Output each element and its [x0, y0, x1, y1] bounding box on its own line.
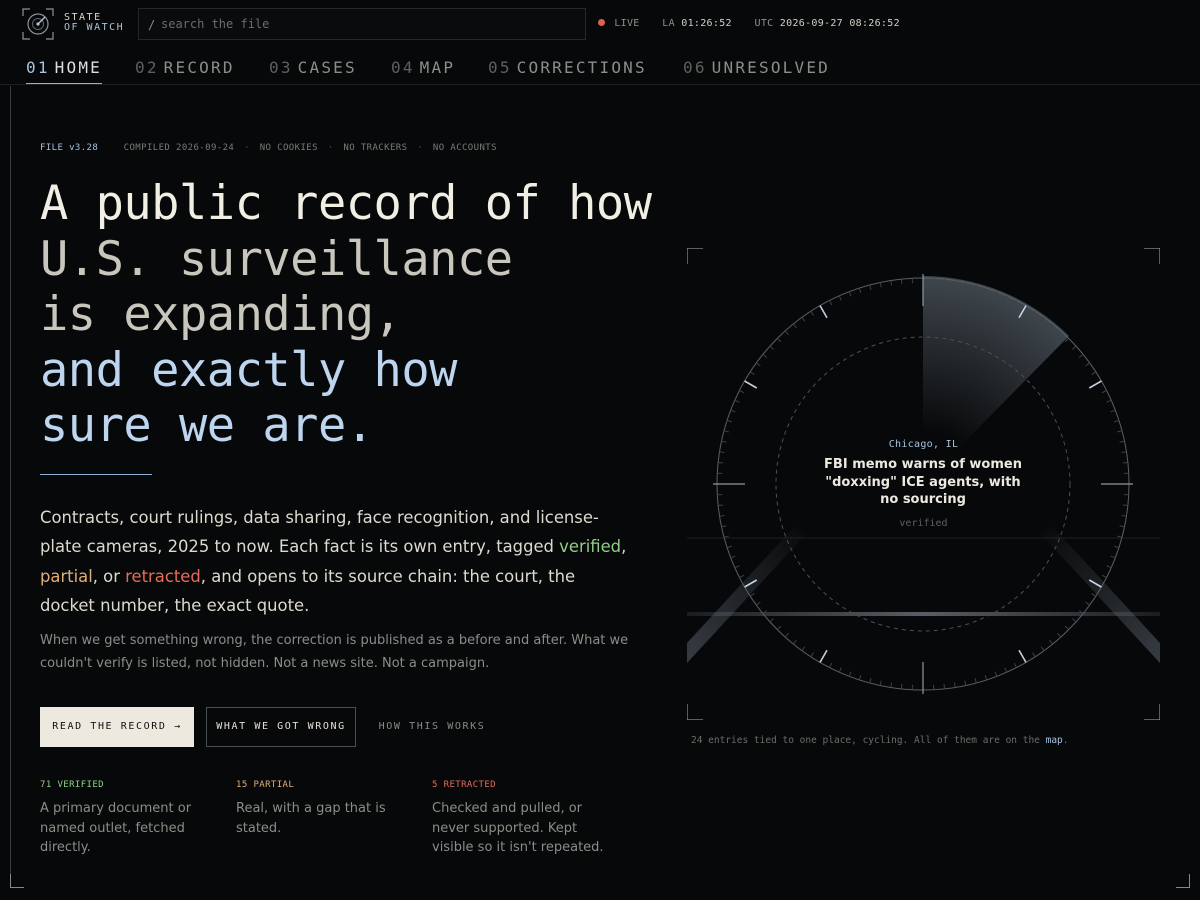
live-label: LIVE: [614, 18, 640, 29]
sub-paragraph: When we get something wrong, the correct…: [40, 633, 629, 671]
tab-number: 02: [135, 58, 159, 77]
tab-label: HOME: [54, 58, 103, 77]
stat-description: A primary document or named outlet, fetc…: [40, 801, 192, 855]
radar-entry-title[interactable]: FBI memo warns of women "doxxing" ICE ag…: [823, 456, 1023, 509]
tab-unresolved[interactable]: 06 UNRESOLVED: [683, 58, 830, 84]
tab-number: 01: [26, 58, 50, 77]
tab-record[interactable]: 02 RECORD: [135, 58, 235, 84]
caption-end: .: [1062, 735, 1069, 746]
radar-logo-icon[interactable]: [22, 8, 54, 40]
tab-label: RECORD: [163, 58, 235, 77]
search-box[interactable]: /: [138, 8, 586, 40]
file-version: FILE v3.28: [40, 143, 99, 153]
lead-text: Contracts, court rulings, data sharing, …: [40, 508, 599, 557]
radar-caption: 24 entries tied to one place, cycling. A…: [691, 735, 1069, 746]
la-label: LA: [662, 18, 675, 29]
tab-map[interactable]: 04 MAP: [391, 58, 455, 84]
stat-verified: 71 VERIFIED A primary document or named …: [40, 780, 216, 858]
tab-number: 05: [488, 58, 512, 77]
top-bar: STATE OF WATCH / LIVE LA 01:26:52 UTC 20…: [0, 0, 1200, 48]
headline-line-1: A public record of how: [40, 176, 652, 231]
no-cookies: NO COOKIES: [259, 143, 318, 153]
live-status: LIVE LA 01:26:52 UTC 2026-09-27 08:26:52: [598, 18, 900, 29]
tab-label: UNRESOLVED: [711, 58, 830, 77]
headline-line-5: sure we are.: [40, 398, 374, 453]
tag-verified: verified: [559, 537, 622, 557]
radar-panel[interactable]: Chicago, IL FBI memo warns of women "dox…: [687, 248, 1160, 720]
radar-location: Chicago, IL: [888, 439, 959, 450]
utc-time: 2026-09-27 08:26:52: [779, 18, 900, 29]
frame-corner-bottom-left: [10, 874, 24, 888]
stat-retracted: 5 RETRACTED Checked and pulled, or never…: [432, 780, 622, 858]
compiled-date: COMPILED 2026-09-24: [123, 143, 235, 153]
headline-line-2: U.S. surveillance: [40, 231, 513, 287]
lead-text: ,: [621, 537, 627, 557]
page-title: A public record of how U.S. surveillance…: [40, 176, 652, 454]
search-input[interactable]: [161, 9, 581, 39]
frame-left-rule: [10, 86, 11, 888]
how-this-works-link[interactable]: HOW THIS WORKS: [368, 707, 496, 747]
stat-description: Checked and pulled, or never supported. …: [432, 801, 604, 855]
brand-line-2: OF WATCH: [64, 22, 125, 33]
tab-number: 03: [269, 58, 293, 77]
tab-cases[interactable]: 03 CASES: [269, 58, 357, 84]
main-nav: 01 HOME 02 RECORD 03 CASES 04 MAP 05 CORRECTI…: [0, 48, 1200, 85]
la-time: 01:26:52: [681, 18, 732, 29]
tag-partial: partial: [40, 566, 93, 586]
tab-label: MAP: [419, 58, 456, 77]
utc-label: UTC: [754, 18, 774, 29]
tab-corrections[interactable]: 05 CORRECTIONS: [488, 58, 647, 84]
stat-description: Real, with a gap that is stated.: [236, 801, 386, 836]
brand-wordmark[interactable]: STATE OF WATCH: [64, 13, 124, 33]
tab-home[interactable]: 01 HOME: [26, 58, 103, 84]
stat-label: 15 PARTIAL: [236, 780, 295, 790]
caption-text: 24 entries tied to one place, cycling. A…: [691, 735, 1046, 746]
stat-partial: 15 PARTIAL Real, with a gap that is stat…: [236, 780, 396, 838]
stat-label: 5 RETRACTED: [432, 780, 497, 790]
search-slash-icon: /: [148, 18, 156, 32]
read-the-record-button[interactable]: READ THE RECORD →: [40, 707, 194, 747]
tab-number: 04: [391, 58, 415, 77]
tag-retracted: retracted: [125, 566, 201, 586]
map-link[interactable]: map: [1046, 735, 1063, 746]
tab-number: 06: [683, 58, 707, 77]
no-trackers: NO TRACKERS: [343, 143, 408, 153]
headline-line-4: and exactly how: [40, 342, 457, 398]
headline-line-3: is expanding,: [40, 287, 402, 342]
tab-label: CORRECTIONS: [516, 58, 647, 77]
lead-paragraph: Contracts, court rulings, data sharing, …: [40, 503, 630, 620]
lead-text: , or: [92, 566, 126, 586]
headline-divider: [40, 474, 152, 475]
frame-corner-bottom-right: [1176, 874, 1190, 888]
tab-label: CASES: [297, 58, 357, 77]
stat-label: 71 VERIFIED: [40, 780, 105, 790]
radar-sweep: [923, 276, 1069, 484]
what-we-got-wrong-button[interactable]: WHAT WE GOT WRONG: [206, 707, 356, 747]
radar-entry-status: verified: [899, 518, 948, 529]
file-meta: FILE v3.28 COMPILED 2026-09-24 · NO COOK…: [40, 143, 497, 153]
no-accounts: NO ACCOUNTS: [432, 143, 497, 153]
live-dot-icon: [598, 19, 605, 26]
